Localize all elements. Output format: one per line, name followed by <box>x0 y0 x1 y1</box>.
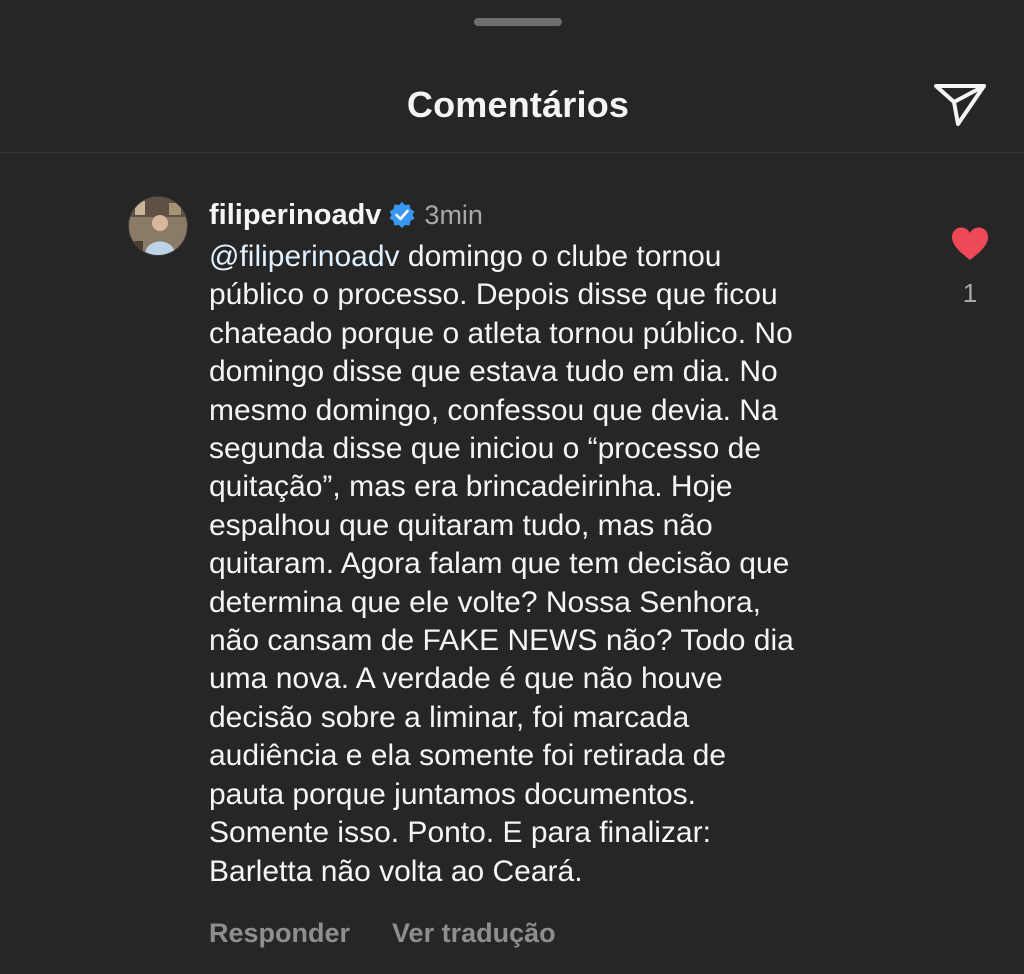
comment-line: pauta porque juntamos documentos. <box>209 777 696 811</box>
comment-username[interactable]: filiperinoadv <box>209 199 381 232</box>
comments-sheet: Comentários filiperinoadv 3min @filiperi… <box>0 0 1024 974</box>
comment-actions: Responder Ver tradução <box>209 918 556 949</box>
page-title: Comentários <box>406 84 630 125</box>
comment-line: espalhou que quitaram tudo, mas não <box>209 508 713 542</box>
comment-line-text: domingo o clube tornou <box>399 240 722 273</box>
comment-text: @filiperinoadv domingo o clube tornou pú… <box>209 238 909 891</box>
comment-line: domingo disse que estava tudo em dia. No <box>209 355 778 389</box>
avatar[interactable] <box>128 196 188 256</box>
reply-button[interactable]: Responder <box>209 918 350 949</box>
like-column: 1 <box>946 226 994 309</box>
comment-line: uma nova. A verdade é que não houve <box>209 662 723 696</box>
comment-line: chateado porque o atleta tornou público.… <box>209 316 793 350</box>
comment-line: quitação”, mas era brincadeirinha. Hoje <box>209 470 733 504</box>
drag-handle[interactable] <box>474 18 562 26</box>
heart-filled-icon[interactable] <box>950 226 990 262</box>
comment-line: @filiperinoadv domingo o clube tornou <box>209 238 909 276</box>
comment-line: público o processo. Depois disse que fic… <box>209 278 778 312</box>
comment-meta: filiperinoadv 3min <box>209 198 483 232</box>
comment-line: determina que ele volte? Nossa Senhora, <box>209 585 762 619</box>
comment-line: mesmo domingo, confessou que devia. Na <box>209 393 778 427</box>
like-count[interactable]: 1 <box>946 278 994 309</box>
comment-line: não cansam de FAKE NEWS não? Todo dia <box>209 624 794 658</box>
comment-line: segunda disse que iniciou o “processo de <box>209 432 762 466</box>
mention-link[interactable]: @filiperinoadv <box>209 240 400 273</box>
verified-badge-icon <box>388 201 416 229</box>
comment-line: audiência e ela somente foi retirada de <box>209 739 727 773</box>
see-translation-button[interactable]: Ver tradução <box>392 918 556 949</box>
send-paper-plane-icon[interactable] <box>930 78 990 130</box>
comment-item: filiperinoadv 3min @filiperinoadv doming… <box>0 190 1024 970</box>
comment-line: decisão sobre a liminar, foi marcada <box>209 700 690 734</box>
comments-header: Comentários <box>0 60 1024 153</box>
comment-line: quitaram. Agora falam que tem decisão qu… <box>209 547 790 581</box>
comment-timestamp: 3min <box>424 199 483 230</box>
comment-line: Somente isso. Ponto. E para finalizar: <box>209 816 711 850</box>
comment-line: Barletta não volta ao Ceará. <box>209 854 583 888</box>
